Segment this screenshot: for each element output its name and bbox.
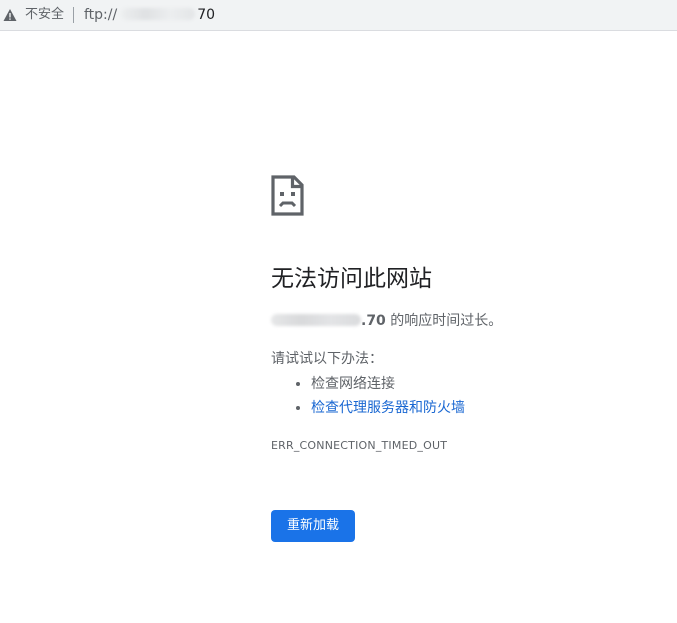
url-field[interactable]: ftp:// 70 [84, 6, 215, 24]
warning-triangle-icon[interactable] [3, 8, 17, 22]
suggestions-list: 检查网络连接 检查代理服务器和防火墙 [271, 372, 465, 420]
host-suffix: .70 [361, 313, 386, 329]
sad-page-icon [271, 175, 304, 216]
redacted-host-blur [271, 314, 361, 326]
error-code: ERR_CONNECTION_TIMED_OUT [271, 439, 448, 452]
page-title: 无法访问此网站 [271, 266, 432, 292]
url-suffix: 70 [197, 7, 216, 23]
suggestion-check-proxy-firewall[interactable]: 检查代理服务器和防火墙 [311, 396, 465, 420]
url-prefix: ftp:// [84, 7, 118, 23]
redacted-host-blur [121, 8, 196, 20]
timed-out-text: 的响应时间过长。 [390, 313, 503, 329]
check-proxy-firewall-link[interactable]: 检查代理服务器和防火墙 [311, 400, 465, 416]
suggestion-check-network: 检查网络连接 [311, 372, 465, 396]
security-status-label[interactable]: 不安全 [25, 6, 64, 24]
address-bar[interactable]: 不安全 ftp:// 70 [0, 0, 677, 31]
reload-button[interactable]: 重新加载 [271, 510, 355, 542]
suggestion-label: 检查网络连接 [311, 376, 395, 392]
timed-out-message: .70 的响应时间过长。 [271, 311, 502, 331]
suggestions-label: 请试试以下办法： [271, 351, 383, 367]
address-separator [73, 7, 74, 23]
